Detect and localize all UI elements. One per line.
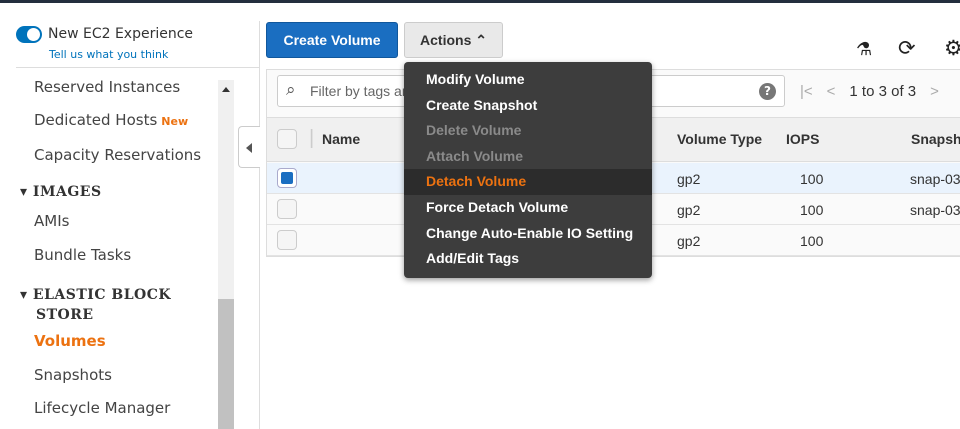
menu-detach-volume[interactable]: Detach Volume: [404, 169, 652, 195]
column-name[interactable]: Name: [322, 131, 360, 147]
help-icon[interactable]: ?: [759, 83, 776, 100]
menu-create-snapshot[interactable]: Create Snapshot: [404, 93, 652, 119]
menu-delete-volume: Delete Volume: [426, 122, 522, 139]
section-images[interactable]: ▾ IMAGES: [20, 184, 102, 200]
cell-snapshot: snap-03: [910, 171, 960, 187]
sidebar-scrollbar-thumb[interactable]: [218, 299, 234, 429]
column-divider: |: [309, 127, 315, 149]
pagination: |< < 1 to 3 of 3 >: [800, 83, 939, 100]
cell-iops: 100: [800, 202, 824, 218]
cell-iops: 100: [800, 171, 824, 187]
row-checkbox[interactable]: [277, 230, 297, 250]
cell-type: gp2: [677, 202, 701, 218]
actions-button[interactable]: Actions ⌃: [404, 22, 503, 58]
cell-type: gp2: [677, 233, 701, 249]
scroll-up-icon[interactable]: [222, 87, 230, 92]
column-iops[interactable]: IOPS: [786, 131, 819, 147]
menu-attach-volume: Attach Volume: [426, 147, 523, 164]
create-volume-button[interactable]: Create Volume: [266, 22, 398, 58]
section-label: ELASTIC BLOCK: [32, 287, 172, 303]
menu-force-detach-volume[interactable]: Force Detach Volume: [404, 195, 652, 221]
next-page-icon[interactable]: >: [930, 83, 939, 100]
cell-iops: 100: [800, 233, 824, 249]
menu-modify-volume[interactable]: Modify Volume: [404, 67, 652, 93]
nav-snapshots[interactable]: Snapshots: [34, 366, 112, 384]
row-checkbox[interactable]: [277, 199, 297, 219]
actions-menu: Modify Volume Create Snapshot Delete Vol…: [404, 62, 652, 278]
collapse-sidebar-button[interactable]: [238, 126, 260, 168]
page-range: 1 to 3 of 3: [849, 83, 917, 100]
row-checkbox[interactable]: [277, 168, 297, 188]
new-badge: New: [161, 115, 189, 128]
nav-capacity-reservations[interactable]: Capacity Reservations: [34, 146, 201, 164]
divider: [259, 21, 260, 429]
nav-dedicated-hosts[interactable]: Dedicated Hosts New: [34, 111, 188, 129]
menu-add-edit-tags[interactable]: Add/Edit Tags: [404, 246, 652, 272]
column-snapshot[interactable]: Snapsh: [911, 131, 960, 147]
first-page-icon[interactable]: |<: [800, 83, 813, 100]
section-ebs[interactable]: ▾ ELASTIC BLOCK STORE: [20, 285, 171, 325]
gear-icon[interactable]: ⚙: [944, 36, 960, 60]
nav-amis[interactable]: AMIs: [34, 212, 69, 230]
section-label-2: STORE: [36, 307, 94, 323]
flask-icon[interactable]: ⚗: [856, 39, 872, 60]
cell-snapshot: snap-03: [910, 202, 960, 218]
nav-volumes[interactable]: Volumes: [34, 332, 106, 350]
nav-label: Dedicated Hosts: [34, 111, 158, 129]
select-all-checkbox[interactable]: [277, 129, 297, 149]
divider: [16, 67, 260, 68]
new-experience-toggle[interactable]: [16, 26, 42, 43]
nav-bundle-tasks[interactable]: Bundle Tasks: [34, 246, 131, 264]
nav-lifecycle-manager[interactable]: Lifecycle Manager: [34, 399, 170, 417]
search-icon: ⌕: [286, 80, 296, 100]
refresh-icon[interactable]: ⟳: [898, 36, 916, 60]
feedback-link[interactable]: Tell us what you think: [49, 48, 168, 61]
menu-change-auto-enable-io[interactable]: Change Auto-Enable IO Setting: [404, 221, 652, 247]
new-experience-label: New EC2 Experience: [48, 26, 194, 42]
cell-type: gp2: [677, 171, 701, 187]
section-label: IMAGES: [32, 184, 102, 200]
prev-page-icon[interactable]: <: [827, 83, 836, 100]
column-volume-type[interactable]: Volume Type: [677, 131, 762, 147]
nav-reserved-instances[interactable]: Reserved Instances: [34, 78, 180, 96]
